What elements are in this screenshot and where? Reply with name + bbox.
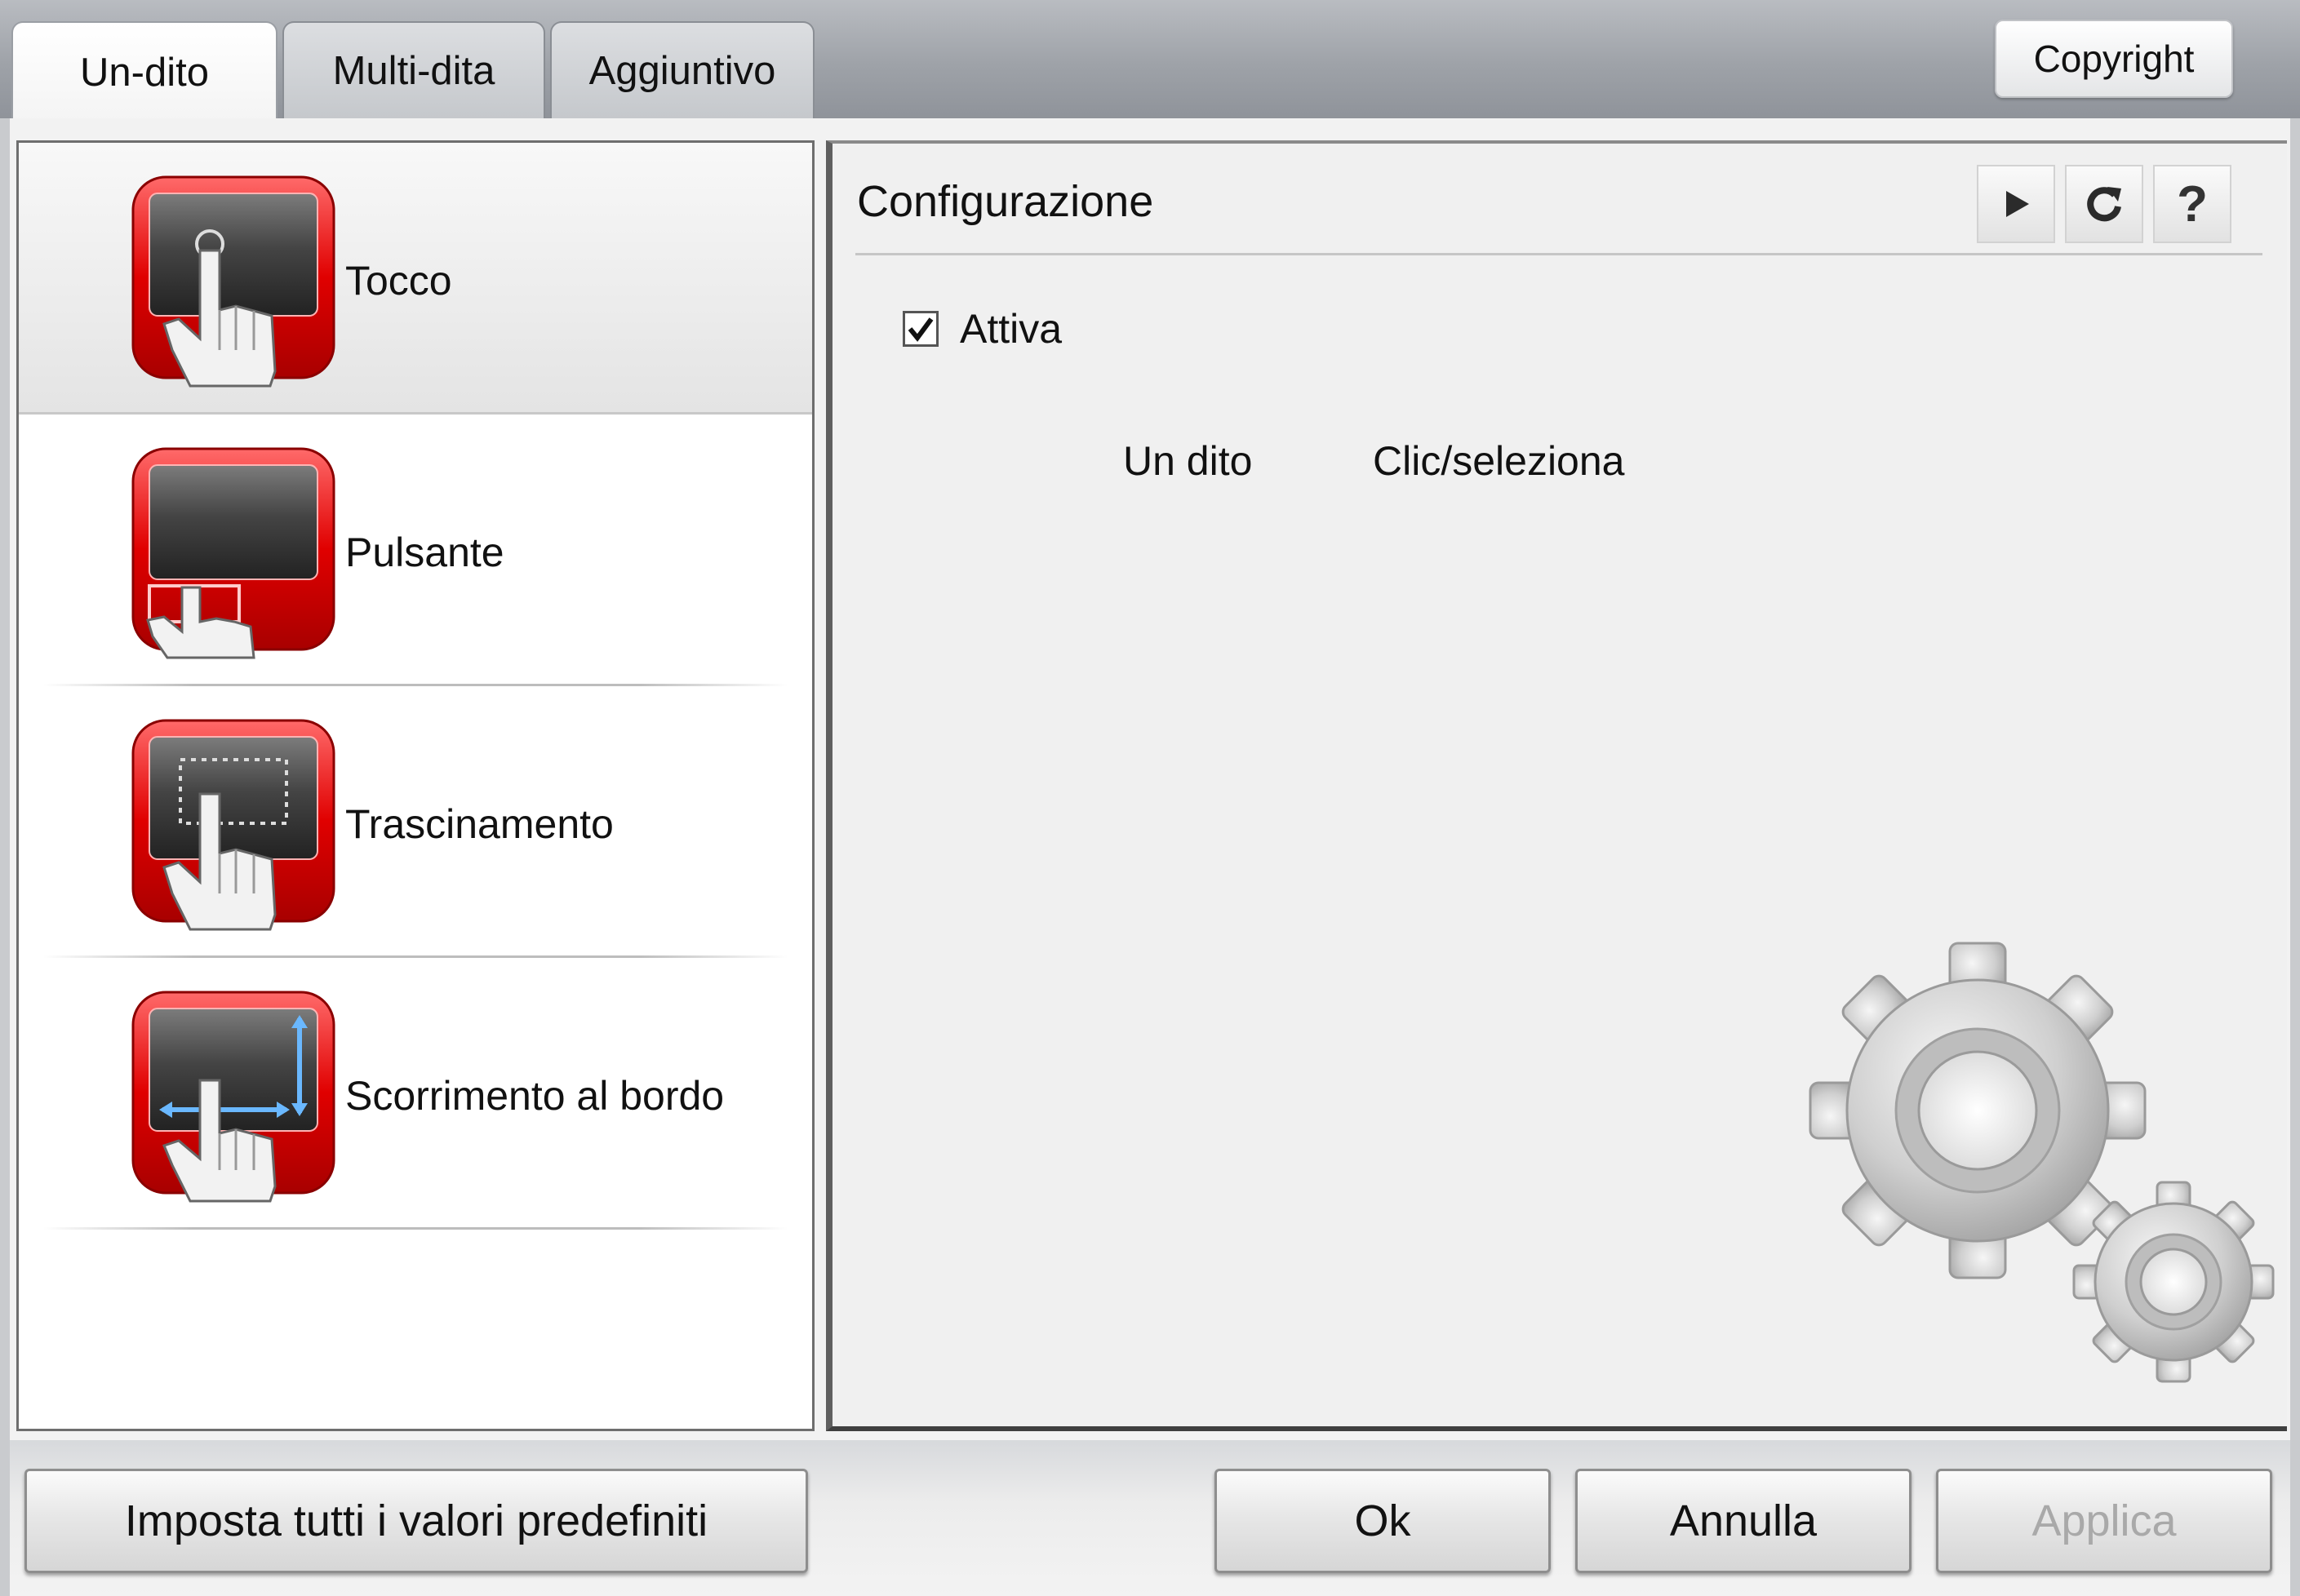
refresh-icon — [2087, 187, 2121, 222]
ok-button[interactable]: Ok — [1214, 1469, 1551, 1573]
gesture-item-label: Scorrimento al bordo — [345, 1073, 725, 1119]
help-button[interactable]: ? — [2153, 165, 2231, 243]
divider — [855, 253, 2262, 255]
cancel-button[interactable]: Annulla — [1575, 1469, 1911, 1573]
gesture-item-tocco[interactable]: Tocco — [19, 143, 812, 415]
checkbox-box[interactable] — [903, 311, 939, 347]
restore-defaults-button[interactable]: Imposta tutti i valori predefiniti — [24, 1469, 808, 1573]
configuration-panel: Configurazione ? Attiva Un dito Clic/sel… — [826, 140, 2287, 1431]
gesture-item-trascinamento[interactable]: Trascinamento — [19, 686, 812, 958]
checkmark-icon — [908, 317, 934, 342]
gesture-list: Tocco Pulsante Trascinamento Scorrimento… — [16, 140, 815, 1431]
gesture-item-pulsante[interactable]: Pulsante — [19, 415, 812, 686]
gesture-item-label: Tocco — [345, 258, 452, 304]
touchpad-settings-window: Un-dito Multi-dita Aggiuntivo Copyright — [0, 0, 2300, 1596]
play-button[interactable] — [1977, 165, 2055, 243]
drag-touchpad-icon — [131, 719, 335, 931]
tap-touchpad-icon — [131, 175, 335, 388]
apply-button[interactable]: Applica — [1936, 1469, 2272, 1573]
gesture-item-label: Trascinamento — [345, 801, 614, 847]
gesture-item-scorrimento-al-bordo[interactable]: Scorrimento al bordo — [19, 958, 812, 1230]
attiva-checkbox[interactable]: Attiva — [903, 305, 1062, 352]
tab-strip: Un-dito Multi-dita Aggiuntivo Copyright — [0, 0, 2300, 122]
gesture-item-label: Pulsante — [345, 530, 504, 575]
gesture-name: Un dito — [1123, 438, 1253, 484]
button-touchpad-icon — [131, 447, 335, 659]
tab-un-dito[interactable]: Un-dito — [11, 21, 278, 122]
refresh-button[interactable] — [2065, 165, 2143, 243]
checkbox-label: Attiva — [960, 306, 1063, 352]
gears-icon — [1809, 942, 2275, 1383]
gesture-action: Clic/seleziona — [1373, 438, 1625, 484]
config-title: Configurazione — [857, 177, 1154, 226]
play-icon — [2006, 191, 2029, 217]
tab-multi-dita[interactable]: Multi-dita — [282, 21, 545, 118]
tab-aggiuntivo[interactable]: Aggiuntivo — [550, 21, 815, 118]
copyright-button[interactable]: Copyright — [1995, 20, 2233, 98]
divider — [43, 1227, 788, 1230]
edge-scroll-touchpad-icon — [131, 991, 335, 1203]
